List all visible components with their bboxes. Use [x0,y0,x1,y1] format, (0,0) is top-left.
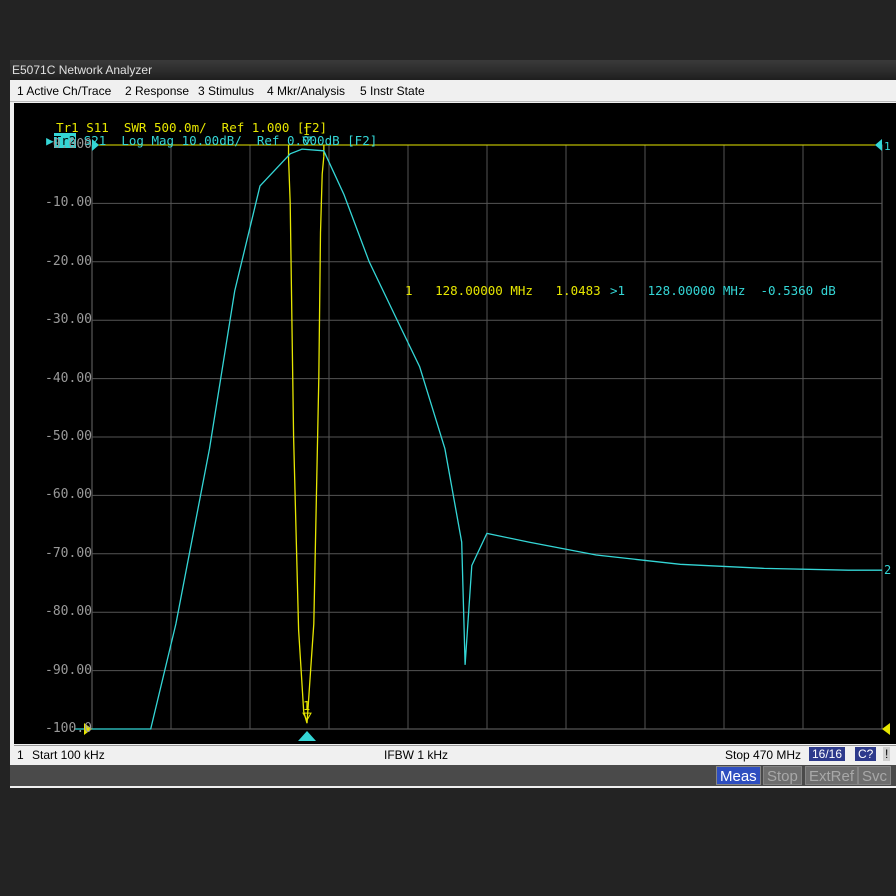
menu-stimulus[interactable]: 3 Stimulus [198,84,254,98]
y-axis-tick-label: -90.00 [45,662,92,678]
graticule [91,144,883,730]
stop-frequency[interactable]: Stop 470 MHz [725,748,801,762]
window-title: E5071C Network Analyzer [12,63,153,77]
y-axis-tick-label: 0.000 [52,137,92,152]
stop-button[interactable]: Stop [763,766,802,785]
status-bar: 1 Start 100 kHz IFBW 1 kHz Stop 470 MHz … [14,745,896,764]
s11-marker-number: 1 [303,699,310,713]
y-axis-tick-label: -80.00 [45,604,92,620]
trace2-end-label: 2 [884,563,891,577]
if-bandwidth[interactable]: IFBW 1 kHz [384,748,448,762]
menu-mkr-analysis[interactable]: 4 Mkr/Analysis [267,84,345,98]
s21-trace [74,148,882,730]
menu-response[interactable]: 2 Response [125,84,189,98]
y-axis-tick-label: -10.00 [45,195,92,211]
ref-level-right-icon[interactable] [875,139,882,151]
menu-bar: 1 Active Ch/Trace 2 Response 3 Stimulus … [10,81,896,102]
s11-trace [287,156,325,724]
svc-button[interactable]: Svc [858,766,892,785]
trace-plot: 1121 [74,125,891,741]
marker-readout-tr1: 1 128.00000 MHz 1.0483 [405,283,601,298]
top-right-label: 1 [884,140,891,153]
y-axis-tick-label: -20.00 [45,253,92,269]
y-axis-tick-label: -70.00 [45,545,92,561]
menu-instr-state[interactable]: 5 Instr State [360,84,425,98]
ext-ref-button[interactable]: ExtRef [805,766,859,785]
meas-button[interactable]: Meas [716,766,761,785]
markers: 1121 [84,125,891,741]
measurement-display: 1121 Tr1 S11 SWR 500.0m/ Ref 1.000 [F2] … [14,103,896,744]
channel-number[interactable]: 1 [17,748,24,762]
trace2-settings: S21 Log Mag 10.00dB/ Ref 0.000dB [F2] [83,133,378,148]
scale-right-icon[interactable] [882,723,890,735]
softkey-bar: Meas Stop ExtRef Svc [10,765,896,786]
stimulus-marker-icon[interactable] [298,731,317,741]
y-axis-tick-label: -100.0 [45,721,92,736]
cal-status-badge: C? [855,747,877,761]
sweep-points-badge: 16/16 [809,747,846,761]
menu-active-ch-trace[interactable]: 1 Active Ch/Trace [17,84,111,98]
y-axis-tick-label: -60.00 [45,487,92,503]
title-bar: E5071C Network Analyzer [10,60,896,80]
marker-readout-tr2: >1 128.00000 MHz -0.5360 dB [610,283,836,298]
warning-badge: ! [883,747,891,761]
y-axis-tick-label: -50.00 [45,429,92,444]
start-frequency[interactable]: Start 100 kHz [32,748,105,762]
y-axis-tick-label: -30.00 [45,312,92,328]
y-axis-tick-label: -40.00 [45,370,92,386]
